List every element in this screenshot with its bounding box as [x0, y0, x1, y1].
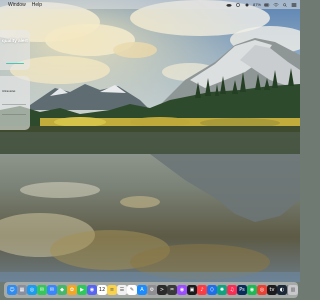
spotify-icon[interactable]: ◉: [247, 285, 257, 295]
menu-help[interactable]: Help: [32, 2, 42, 8]
photos-icon[interactable]: ✿: [67, 285, 77, 295]
menu-window[interactable]: Window: [8, 2, 26, 8]
launchpad-icon[interactable]: ▦: [17, 285, 27, 295]
notes-icon[interactable]: ≡: [107, 285, 117, 295]
calendar-icon[interactable]: 12: [97, 285, 107, 295]
record-icon[interactable]: [244, 3, 250, 7]
chatgpt-icon[interactable]: ✺: [217, 285, 227, 295]
trash-icon[interactable]: ▥: [288, 285, 298, 295]
safari-icon[interactable]: ◎: [27, 285, 37, 295]
vscode-icon[interactable]: ⟨⟩: [207, 285, 217, 295]
reminders-icon[interactable]: ☰: [117, 285, 127, 295]
discord-icon[interactable]: ◉: [87, 285, 97, 295]
widget-title: quality alert: [2, 38, 28, 43]
chrome-icon[interactable]: ◎: [257, 285, 267, 295]
terminal-icon[interactable]: >: [157, 285, 167, 295]
widget-label: Ultraviolet: [2, 89, 16, 93]
divider: [2, 114, 26, 115]
tv-app-icon[interactable]: tv: [267, 285, 277, 295]
freeform-icon[interactable]: ✎: [127, 285, 137, 295]
search-icon[interactable]: [282, 2, 288, 7]
divider: [2, 104, 26, 105]
menu-bar: Window Help 87%: [0, 0, 300, 9]
podcasts-icon[interactable]: ◉: [177, 285, 187, 295]
battery-icon[interactable]: [264, 3, 270, 7]
maps-icon[interactable]: ◆: [57, 285, 67, 295]
uv-widget[interactable]: Ultraviolet: [0, 76, 30, 130]
settings-icon[interactable]: ⚙: [147, 285, 157, 295]
messages-icon[interactable]: ✉: [37, 285, 47, 295]
control-center-icon[interactable]: [291, 2, 297, 7]
landscape-image: [0, 0, 300, 282]
wifi-icon[interactable]: [273, 2, 279, 7]
finder-icon[interactable]: ☺: [7, 285, 17, 295]
photoshop-icon[interactable]: Ps: [237, 285, 247, 295]
dock: ☺ ▦ ◎ ✉ ✉ ◆ ✿ ▶ ◉ 12 ≡ ☰ ✎ A ⚙ > ♒ ◉ ▣ ♪ ⟨⟩ ✺ ♫ Ps ◉ ◎ tv ◐ ▥: [4, 282, 298, 298]
appstore-icon[interactable]: A: [137, 285, 147, 295]
steam-icon[interactable]: ◐: [277, 285, 287, 295]
circle-icon[interactable]: [235, 2, 241, 7]
air-quality-widget[interactable]: quality alert: [0, 30, 30, 70]
music-app-icon[interactable]: ♪: [197, 285, 207, 295]
battery-percent: 87%: [252, 2, 261, 7]
facetime-icon[interactable]: ▶: [77, 285, 87, 295]
music-icon[interactable]: ♫: [227, 285, 237, 295]
air-quality-bar: [6, 63, 24, 65]
calendar-day: 12: [98, 286, 106, 293]
cloud-icon[interactable]: [226, 3, 232, 7]
tv-icon[interactable]: ▣: [187, 285, 197, 295]
mail-icon[interactable]: ✉: [47, 285, 57, 295]
desktop-wallpaper: [0, 0, 300, 300]
activity-icon[interactable]: ♒: [167, 285, 177, 295]
status-area: 87%: [226, 0, 297, 9]
